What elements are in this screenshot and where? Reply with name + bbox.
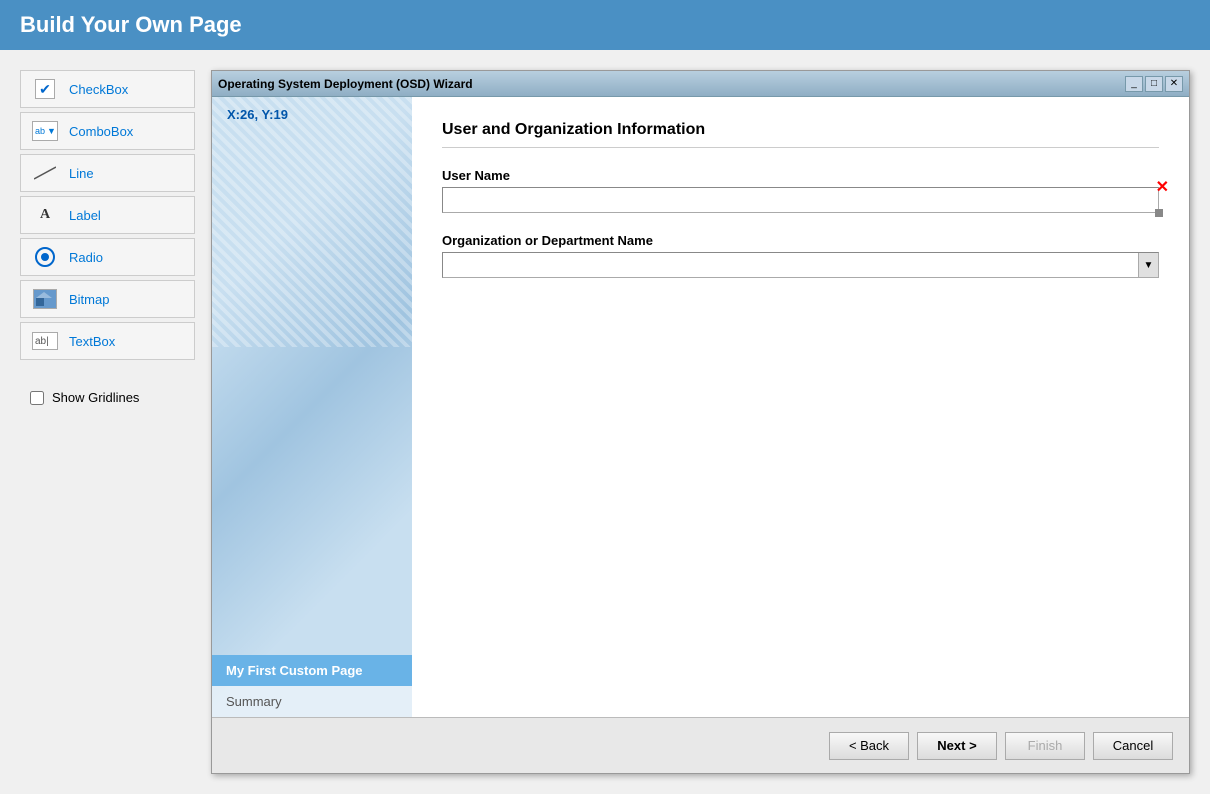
org-name-group: Organization or Department Name ▼ [442,233,1159,278]
combobox-icon: ab ▼ [31,119,59,143]
toolbox-item-textbox[interactable]: ab| TextBox [20,322,195,360]
restore-button[interactable]: □ [1145,76,1163,92]
radio-icon [31,245,59,269]
content-title: User and Organization Information [442,121,1159,148]
org-name-dropdown-button[interactable]: ▼ [1138,253,1158,277]
finish-button[interactable]: Finish [1005,732,1085,760]
toolbox-item-checkbox[interactable]: ✔ CheckBox [20,70,195,108]
toolbox-item-bitmap[interactable]: Bitmap [20,280,195,318]
next-button[interactable]: Next > [917,732,997,760]
back-button[interactable]: < Back [829,732,909,760]
wizard-window: Operating System Deployment (OSD) Wizard… [211,70,1190,774]
minimize-button[interactable]: _ [1125,76,1143,92]
title-bar-buttons: _ □ ✕ [1125,76,1183,92]
toolbox-item-radio[interactable]: Radio [20,238,195,276]
wizard-content: User and Organization Information User N… [412,97,1189,717]
nav-item-custom-page[interactable]: My First Custom Page [212,655,412,686]
org-name-label: Organization or Department Name [442,233,1159,248]
wizard-title: Operating System Deployment (OSD) Wizard [218,77,473,91]
user-name-label: User Name [442,168,1159,183]
wizard-nav: My First Custom Page Summary [212,655,412,717]
org-name-combobox[interactable]: ▼ [442,252,1159,278]
show-gridlines-checkbox[interactable] [30,391,44,405]
user-name-delete-icon[interactable]: ✕ [1156,177,1169,197]
cancel-button[interactable]: Cancel [1093,732,1173,760]
user-name-input[interactable] [442,187,1159,213]
user-name-resize-handle[interactable] [1155,209,1163,217]
page-header: Build Your Own Page [0,0,1210,50]
show-gridlines-container: Show Gridlines [20,384,195,411]
toolbox-panel: ✔ CheckBox ab ▼ ComboBox Line [20,70,195,774]
wizard-footer: < Back Next > Finish Cancel [212,717,1189,773]
toolbox-item-combobox[interactable]: ab ▼ ComboBox [20,112,195,150]
label-icon: A [31,203,59,227]
bitmap-icon [31,287,59,311]
user-name-group: User Name ✕ [442,168,1159,213]
wizard-banner: X:26, Y:19 My First Custom Page Summary [212,97,412,717]
close-button[interactable]: ✕ [1165,76,1183,92]
page-title: Build Your Own Page [20,12,242,38]
wizard-coords: X:26, Y:19 [227,107,288,122]
checkbox-icon: ✔ [31,77,59,101]
wizard-body: X:26, Y:19 My First Custom Page Summary … [212,97,1189,717]
nav-item-summary[interactable]: Summary [212,686,412,717]
main-layout: ✔ CheckBox ab ▼ ComboBox Line [0,50,1210,794]
show-gridlines-label[interactable]: Show Gridlines [52,390,139,405]
user-name-wrapper: ✕ [442,187,1159,213]
wizard-title-bar: Operating System Deployment (OSD) Wizard… [212,71,1189,97]
toolbox-item-line[interactable]: Line [20,154,195,192]
toolbox-item-label[interactable]: A Label [20,196,195,234]
line-icon [31,161,59,185]
textbox-icon: ab| [31,329,59,353]
org-name-input[interactable] [443,253,1138,277]
